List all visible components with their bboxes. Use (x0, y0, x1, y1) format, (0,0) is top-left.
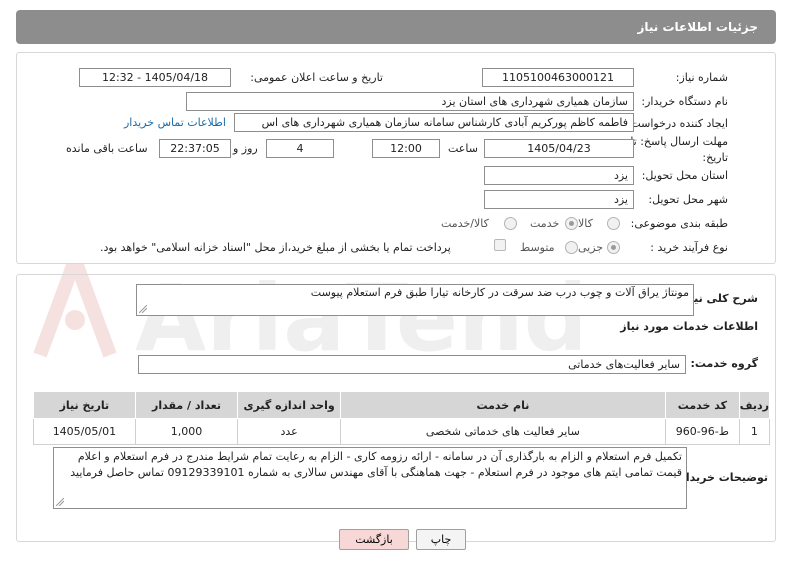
remaining-time-label: ساعت باقی مانده (66, 142, 148, 155)
cell-row-number: 1 (738, 418, 771, 445)
services-table: ردیف کد خدمت نام خدمت واحد اندازه گیری ت… (33, 391, 771, 445)
buyer-notes-textarea[interactable]: تکمیل فرم استعلام و الزام به بارگذاری آن… (53, 447, 687, 509)
need-number-field[interactable]: 1105100463000121 (482, 68, 634, 87)
deadline-label-line1: مهلت ارسال پاسخ: تا (630, 135, 728, 148)
remaining-time-field[interactable]: 22:37:05 (159, 139, 231, 158)
deadline-label-line2: تاریخ: (702, 151, 728, 164)
page-title: جزئیات اطلاعات نیاز (637, 20, 758, 34)
resize-grip-icon[interactable] (56, 498, 64, 506)
col-header-need-date: تاریخ نیاز (33, 391, 136, 419)
back-button[interactable]: بازگشت (339, 529, 409, 550)
cell-service-name: سایر فعالیت های خدماتی شخصی (339, 418, 666, 445)
col-header-quantity: تعداد / مقدار (134, 391, 239, 419)
cell-quantity: 1,000 (134, 418, 239, 445)
need-description-textarea[interactable]: مونتاژ یراق آلات و چوب درب ضد سرقت در کا… (136, 284, 694, 316)
cell-need-date: 1405/05/01 (33, 418, 136, 445)
category-option-goods: کالا (578, 217, 593, 230)
process-radio-minor[interactable] (607, 241, 620, 254)
need-description-text: مونتاژ یراق آلات و چوب درب ضد سرقت در کا… (310, 286, 689, 299)
deadline-time-field[interactable]: 12:00 (372, 139, 440, 158)
delivery-province-field[interactable]: یزد (484, 166, 634, 185)
services-info-title: اطلاعات خدمات مورد نیاز (620, 320, 758, 333)
process-option-medium: متوسط (520, 241, 555, 254)
category-radio-goods-service[interactable] (504, 217, 517, 230)
delivery-city-field[interactable]: یزد (484, 190, 634, 209)
col-header-row-number: ردیف (738, 391, 771, 419)
requester-field[interactable]: فاطمه کاظم پورکریم آبادی کارشناس سامانه … (234, 113, 634, 132)
process-type-label: نوع فرآیند خرید : (650, 241, 728, 254)
service-group-field[interactable]: سایر فعالیت‌های خدماتی (138, 355, 686, 374)
process-option-minor: جزیی (578, 241, 604, 254)
announce-datetime-field[interactable]: 1405/04/18 - 12:32 (79, 68, 231, 87)
col-header-unit: واحد اندازه گیری (237, 391, 341, 419)
delivery-city-label: شهر محل تحویل: (648, 193, 728, 206)
print-button[interactable]: چاپ (416, 529, 466, 550)
category-radio-goods[interactable] (607, 217, 620, 230)
cell-unit: عدد (237, 418, 341, 445)
category-label: طبقه بندی موضوعی: (630, 217, 728, 230)
col-header-service-name: نام خدمت (339, 391, 666, 419)
need-number-label: شماره نیاز: (675, 71, 728, 84)
table-row[interactable]: 1 ط-96-960 سایر فعالیت های خدماتی شخصی ع… (33, 418, 771, 445)
delivery-province-label: استان محل تحویل: (641, 169, 728, 182)
remaining-days-field[interactable]: 4 (266, 139, 334, 158)
treasury-checkbox[interactable] (494, 239, 506, 251)
treasury-note: پرداخت تمام یا بخشی از مبلغ خرید،از محل … (100, 241, 451, 254)
deadline-time-label: ساعت (448, 142, 478, 155)
process-radio-medium[interactable] (565, 241, 578, 254)
requester-label: ایجاد کننده درخواست: (626, 117, 728, 130)
buyer-contact-link[interactable]: اطلاعات تماس خریدار (124, 116, 226, 129)
buyer-notes-label: توضیحات خریدار: (675, 471, 768, 484)
category-option-service: خدمت (530, 217, 560, 230)
table-header-row: ردیف کد خدمت نام خدمت واحد اندازه گیری ت… (33, 391, 771, 419)
category-option-goods-service: کالا/خدمت (441, 217, 489, 230)
cell-service-code: ط-96-960 (664, 418, 740, 445)
category-radio-service[interactable] (565, 217, 578, 230)
buyer-notes-text: تکمیل فرم استعلام و الزام به بارگذاری آن… (70, 450, 682, 479)
resize-grip-icon[interactable] (139, 305, 147, 313)
page-header: جزئیات اطلاعات نیاز (16, 10, 776, 44)
buyer-org-label: نام دستگاه خریدار: (641, 95, 728, 108)
buyer-org-field[interactable]: سازمان همیاری شهرداری های استان یزد (186, 92, 634, 111)
service-group-label: گروه خدمت: (690, 357, 758, 370)
announce-datetime-label: تاریخ و ساعت اعلان عمومی: (250, 71, 383, 84)
col-header-service-code: کد خدمت (664, 391, 740, 419)
deadline-date-field[interactable]: 1405/04/23 (484, 139, 634, 158)
days-label: روز و (233, 142, 258, 155)
